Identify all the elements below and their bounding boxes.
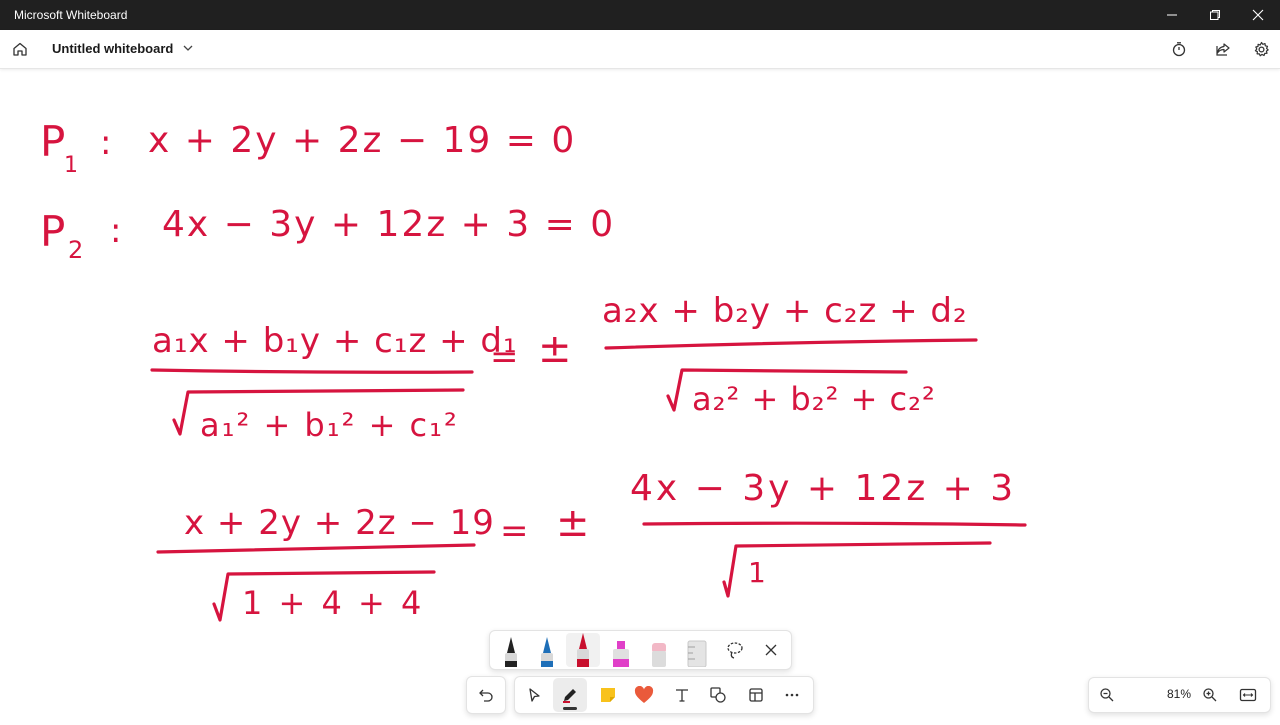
ruler[interactable] xyxy=(680,633,714,667)
lasso-icon[interactable] xyxy=(718,633,752,667)
reaction-icon[interactable] xyxy=(627,678,661,712)
restore-icon[interactable] xyxy=(1192,0,1238,30)
fraction-bar-3 xyxy=(156,543,476,554)
close-icon[interactable] xyxy=(1235,0,1280,30)
general-denominator-left: a₁² + b₁² + c₁² xyxy=(200,406,459,444)
sticky-note-icon[interactable] xyxy=(591,678,625,712)
p2-subscript: 2 xyxy=(68,236,83,264)
share-icon[interactable] xyxy=(1212,38,1234,60)
select-icon[interactable] xyxy=(517,678,551,712)
home-icon[interactable] xyxy=(9,38,31,60)
fraction-bar-4 xyxy=(642,521,1027,527)
pen-icon[interactable] xyxy=(553,678,587,712)
gear-icon[interactable] xyxy=(1250,38,1272,60)
undo-group xyxy=(466,676,506,714)
p2-colon: : xyxy=(110,211,121,251)
substituted-numerator-right: 4x − 3y + 12z + 3 xyxy=(630,468,1016,509)
main-toolbar xyxy=(466,676,814,714)
app-title: Microsoft Whiteboard xyxy=(14,8,128,22)
title-bar: Microsoft Whiteboard xyxy=(0,0,1280,30)
zoom-in-icon[interactable] xyxy=(1198,683,1222,707)
general-numerator-right: a₂x + b₂y + c₂z + d₂ xyxy=(602,291,968,331)
timer-icon[interactable] xyxy=(1168,38,1190,60)
app-header: Untitled whiteboard xyxy=(0,30,1280,69)
general-equals: = xyxy=(490,337,519,377)
general-plus-minus: ± xyxy=(538,326,572,372)
zoom-out-icon[interactable] xyxy=(1095,683,1119,707)
text-icon[interactable] xyxy=(665,678,699,712)
p1-label: P xyxy=(40,117,65,166)
p1-equation: x + 2y + 2z − 19 = 0 xyxy=(148,120,576,161)
zoom-control: 81% xyxy=(1088,677,1271,713)
minimize-icon[interactable] xyxy=(1149,0,1195,30)
general-numerator-left: a₁x + b₁y + c₁z + d₁ xyxy=(152,321,518,361)
shapes-icon[interactable] xyxy=(701,678,735,712)
p2-label: P xyxy=(40,207,65,256)
whiteboard-canvas[interactable]: P 1 : x + 2y + 2z − 19 = 0 P 2 : 4x − 3y… xyxy=(0,69,1280,720)
close-icon[interactable] xyxy=(754,633,788,667)
substituted-equals: = xyxy=(500,511,529,551)
eraser[interactable] xyxy=(642,633,676,667)
fraction-bar-1 xyxy=(150,368,474,374)
template-icon[interactable] xyxy=(739,678,773,712)
ink-layer: P 1 : x + 2y + 2z − 19 = 0 P 2 : 4x − 3y… xyxy=(40,117,1027,622)
black-pen[interactable] xyxy=(494,633,528,667)
general-denominator-right: a₂² + b₂² + c₂² xyxy=(692,380,936,418)
undo-icon[interactable] xyxy=(469,678,503,712)
fraction-bar-2 xyxy=(604,338,978,350)
zoom-level: 81% xyxy=(1166,687,1192,701)
chevron-down-icon[interactable] xyxy=(182,41,194,59)
p2-equation: 4x − 3y + 12z + 3 = 0 xyxy=(162,204,615,245)
red-pen[interactable] xyxy=(566,633,600,667)
more-icon[interactable] xyxy=(775,678,809,712)
blue-pen[interactable] xyxy=(530,633,564,667)
pink-highlighter[interactable] xyxy=(604,633,638,667)
pen-tray xyxy=(489,630,792,670)
substituted-numerator-left: x + 2y + 2z − 19 xyxy=(184,503,495,543)
fit-to-screen-icon[interactable] xyxy=(1236,683,1260,707)
whiteboard-title[interactable]: Untitled whiteboard xyxy=(52,41,173,56)
substituted-denominator-left: 1 + 4 + 4 xyxy=(242,584,424,622)
substituted-denominator-right: 1 xyxy=(748,556,766,589)
p1-subscript: 1 xyxy=(64,153,78,178)
tools-group xyxy=(514,676,814,714)
substituted-plus-minus: ± xyxy=(556,500,590,546)
p1-colon: : xyxy=(100,123,111,163)
